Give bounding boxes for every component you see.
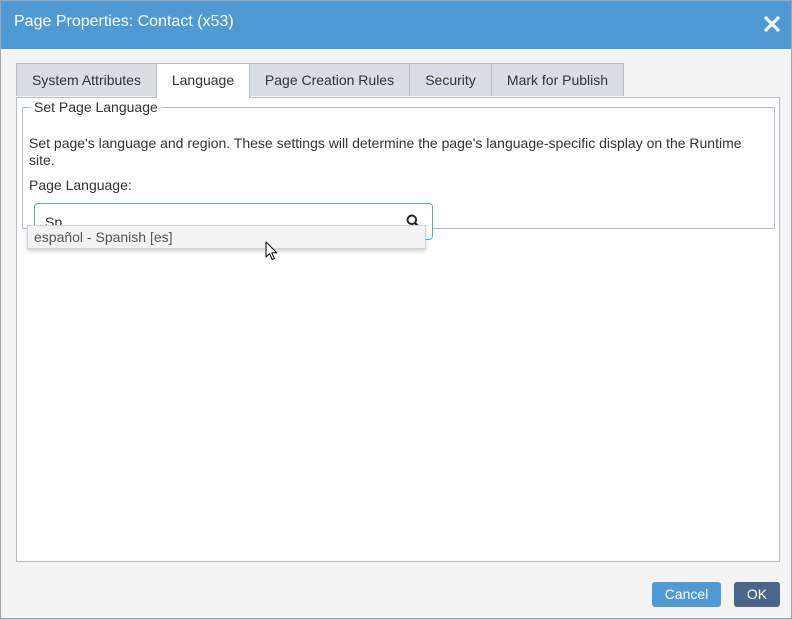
page-language-label: Page Language: bbox=[29, 177, 132, 193]
ok-button[interactable]: OK bbox=[734, 582, 780, 607]
language-description: Set page's language and region. These se… bbox=[29, 135, 742, 168]
dialog-title: Page Properties: Contact (x53) bbox=[14, 13, 234, 30]
page-properties-dialog: Page Properties: Contact (x53) System At… bbox=[0, 0, 792, 619]
tab-mark-for-publish[interactable]: Mark for Publish bbox=[491, 63, 624, 96]
cancel-button[interactable]: Cancel bbox=[652, 582, 721, 607]
close-icon[interactable] bbox=[762, 14, 782, 34]
tab-security[interactable]: Security bbox=[409, 63, 492, 96]
tab-language[interactable]: Language bbox=[156, 63, 250, 98]
tab-panel-language: Set Page Language Set page's language an… bbox=[16, 97, 780, 562]
language-suggestions: español - Spanish [es] bbox=[27, 225, 426, 249]
suggestion-item[interactable]: español - Spanish [es] bbox=[34, 229, 173, 245]
group-legend: Set Page Language bbox=[34, 99, 158, 115]
dialog-titlebar: Page Properties: Contact (x53) bbox=[1, 1, 791, 49]
tab-page-creation-rules[interactable]: Page Creation Rules bbox=[249, 63, 410, 96]
tab-system-attributes[interactable]: System Attributes bbox=[16, 63, 157, 96]
mouse-pointer-icon bbox=[265, 241, 279, 264]
set-page-language-group: Set Page Language Set page's language an… bbox=[22, 99, 775, 240]
